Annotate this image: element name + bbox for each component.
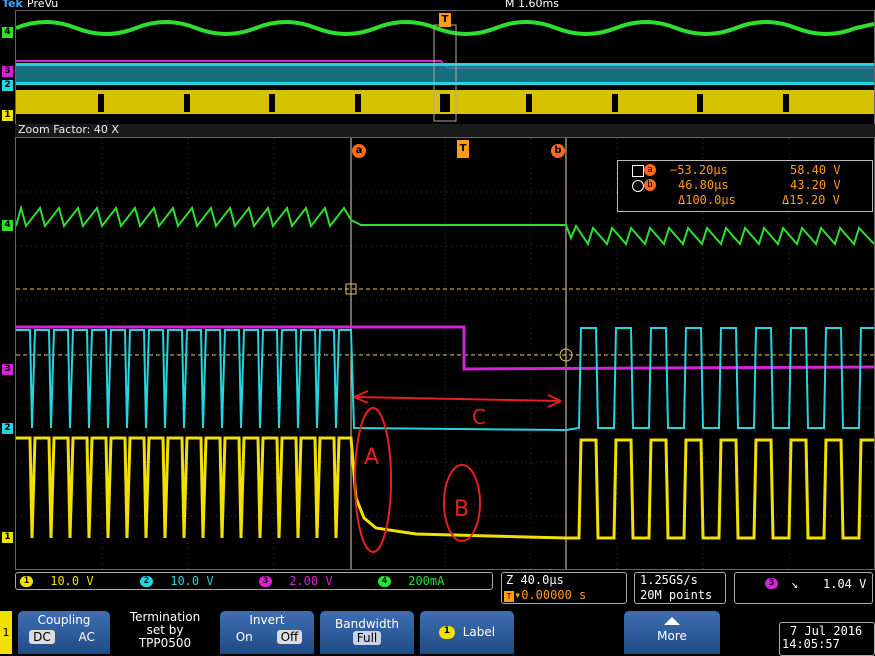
invert-softkey[interactable]: Invert On Off [220,611,314,654]
channel-status-bar[interactable]: 1 10.0 V 2 10.0 V 3 2.00 V 4 200mA [15,572,493,590]
zoom-ch1-marker[interactable]: 1 [2,532,13,543]
invert-options: On Off [220,630,314,644]
termination-softkey[interactable]: Termination set by TPP0500 [116,611,214,654]
channel-menu-tab[interactable]: 1 [0,611,12,654]
time-text: 14:05:57 [782,637,840,651]
more-title: More [657,629,687,643]
ch1-scale: 10.0 V [50,574,94,588]
coupling-softkey[interactable]: Coupling DC AC [18,611,110,654]
annotation-c-arrow [353,390,562,408]
ch2-readout[interactable]: 2 10.0 V [140,574,214,588]
cursor-a-badge: a [644,164,656,176]
cursor-b-value: 43.20 V [790,178,841,192]
annotation-a-ellipse [354,407,392,553]
ch1-readout[interactable]: 1 10.0 V [20,574,94,588]
trigger-source-badge: 3 [765,578,778,589]
sample-rate: 1.25GS/s [640,573,698,587]
zoom-info-readout[interactable]: Z 40.0µs T ▾0.00000 s [501,572,627,604]
trigger-slope-icon: ↘ [791,577,799,591]
overview-ch3-marker[interactable]: 3 [2,66,13,77]
more-softkey[interactable]: More [624,611,720,654]
cursor-delta-value: Δ15.20 V [782,193,840,207]
ch2-badge: 2 [140,576,153,587]
overview-ch4-marker[interactable]: 4 [2,27,13,38]
overview-waveforms [15,20,875,122]
zoom-trigger-marker[interactable]: T [457,140,469,158]
cursor-delta-row: Δ100.0µs Δ15.20 V [618,193,872,208]
ch2-scale: 10.0 V [170,574,214,588]
zoom-ch3-marker[interactable]: 3 [2,364,13,375]
ch4-readout[interactable]: 4 200mA [378,574,444,588]
cursor-a-value: 58.40 V [790,163,841,177]
datetime-readout: 7 Jul 2016 14:05:57 [779,622,875,656]
trigger-level: 1.04 V [823,577,867,591]
cursor-delta-time: Δ100.0µs [678,193,736,207]
zoom-factor-bar: Zoom Factor: 40 X [15,123,875,137]
overview-ch1-marker[interactable]: 1 [2,110,13,121]
label-title: Label [462,625,496,639]
square-icon [632,165,644,177]
termination-line3: TPP0500 [138,636,192,650]
acquisition-readout[interactable]: 1.25GS/s 20M points [634,572,726,604]
ch4-badge: 4 [378,576,391,587]
zoom-ch2-marker[interactable]: 2 [2,423,13,434]
zoom-ch4-marker[interactable]: 4 [2,220,13,231]
zoom-scale: Z 40.0µs [506,573,564,587]
cursor-b-badge: b [644,179,656,191]
zoom-position-row: T ▾0.00000 s [504,588,586,602]
ch1-badge: 1 [20,576,33,587]
circle-icon [632,180,644,192]
overview-ch2-marker[interactable]: 2 [2,80,13,91]
invert-title: Invert [249,613,285,627]
cursor-a-row: a −53.20µs 58.40 V [618,163,872,178]
label-channel-badge: 1 [438,626,455,639]
annotation-b-text: B [454,497,469,522]
ch3-readout[interactable]: 3 2.00 V [259,574,333,588]
bandwidth-softkey[interactable]: Bandwidth Full [320,611,414,654]
annotation-a-text: A [364,445,379,470]
cursor-readout-panel[interactable]: a −53.20µs 58.40 V b 46.80µs 43.20 V Δ10… [617,160,873,212]
ch3-scale: 2.00 V [289,574,333,588]
bandwidth-value: Full [352,631,382,645]
overview-trigger-marker[interactable]: T [439,13,451,27]
cursor-b-row: b 46.80µs 43.20 V [618,178,872,193]
brand-logo: Tek [2,0,23,10]
trigger-readout[interactable]: 3 ↘ 1.04 V [734,572,873,604]
ch3-badge: 3 [259,576,272,587]
cursor-a-time: −53.20µs [670,163,728,177]
cursor-b-time: 46.80µs [678,178,729,192]
up-arrow-icon [664,617,680,625]
label-softkey[interactable]: 1 Label [420,611,514,654]
record-length: 20M points [640,588,713,602]
invert-off-option[interactable]: Off [276,630,303,644]
zoom-factor-label: Zoom Factor: 40 X [18,123,119,136]
timebase-readout: M 1.60ms [505,0,559,10]
prevu-label: PreVu [27,0,59,10]
trigger-position-icon: T [504,591,514,602]
coupling-title: Coupling [37,613,91,627]
overview-ch2-band [16,63,874,85]
invert-on-option[interactable]: On [232,630,257,644]
coupling-options: DC AC [18,630,110,644]
zoom-position: ▾0.00000 s [514,588,587,602]
coupling-ac-option[interactable]: AC [75,630,99,644]
cursor-b-marker[interactable]: b [551,144,565,158]
annotation-c-text: C [472,405,486,429]
overview-waveform-panel[interactable]: T [15,10,875,125]
ch4-scale: 200mA [408,574,445,588]
bandwidth-title: Bandwidth [335,617,399,631]
coupling-dc-option[interactable]: DC [29,630,55,644]
cursor-a-marker[interactable]: a [352,144,366,158]
